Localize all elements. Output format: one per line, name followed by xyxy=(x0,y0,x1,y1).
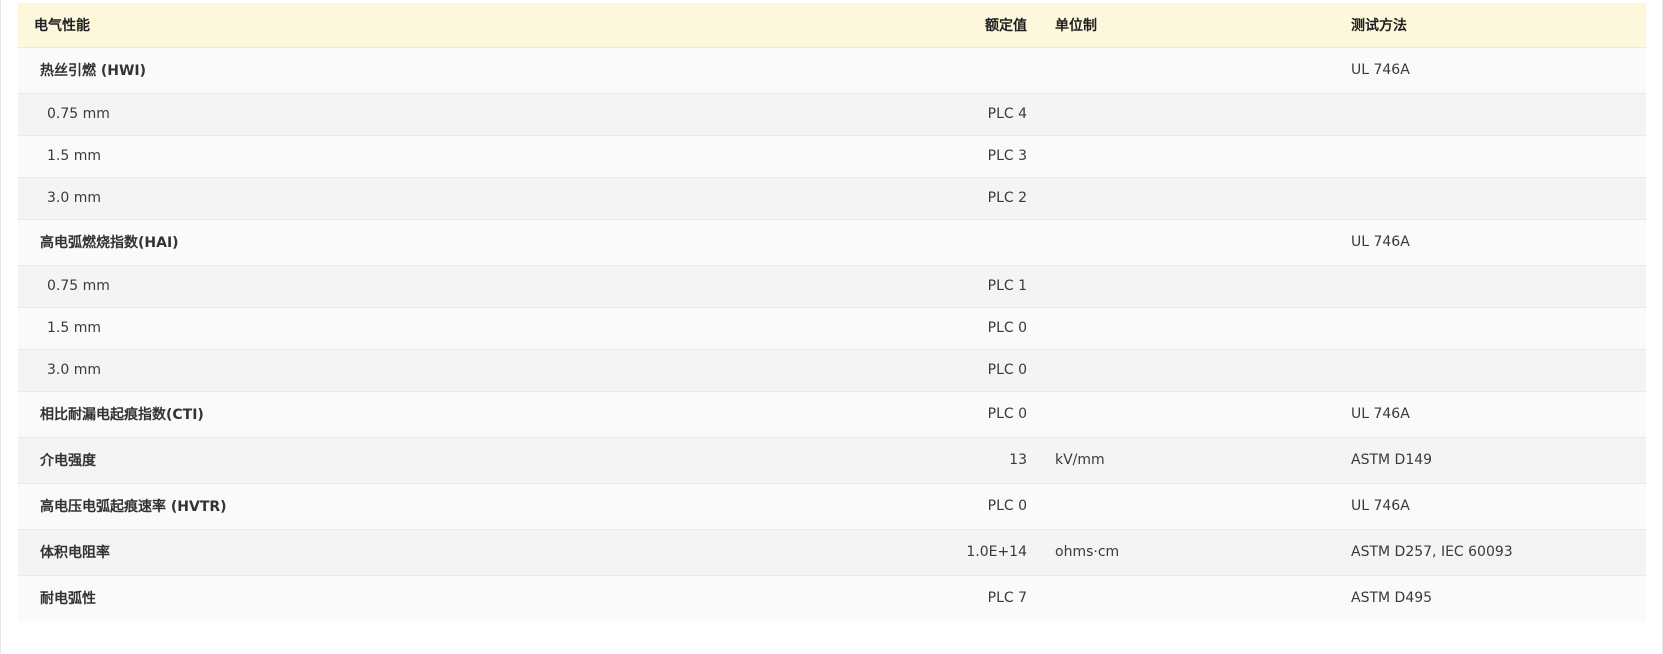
row-property: 高电弧燃烧指数(HAI) xyxy=(40,235,179,251)
row-test-method xyxy=(1351,135,1646,177)
table-row: 高电弧燃烧指数(HAI) UL 746A xyxy=(18,219,1646,265)
row-rated-value: PLC 0 xyxy=(987,362,1027,378)
row-property: 1.5 mm xyxy=(47,320,101,336)
row-test-method xyxy=(1351,349,1646,391)
row-unit xyxy=(1027,47,1351,93)
row-test-method: ASTM D149 xyxy=(1351,452,1433,468)
table-row: 1.5 mm PLC 0 xyxy=(18,307,1646,349)
row-unit xyxy=(1027,219,1351,265)
table-row: 热丝引燃 (HWI) UL 746A xyxy=(18,47,1646,93)
table-row: 耐电弧性 PLC 7 ASTM D495 xyxy=(18,575,1646,621)
row-property: 1.5 mm xyxy=(47,148,101,164)
row-test-method xyxy=(1351,93,1646,135)
row-test-method xyxy=(1351,307,1646,349)
electrical-properties-table: 电气性能 额定值 单位制 测试方法 热丝引燃 (HWI) UL 746A 0.7… xyxy=(18,3,1646,621)
table-header-row: 电气性能 额定值 单位制 测试方法 xyxy=(18,3,1646,47)
page-frame: 电气性能 额定值 单位制 测试方法 热丝引燃 (HWI) UL 746A 0.7… xyxy=(0,0,1663,654)
row-property: 体积电阻率 xyxy=(40,545,110,561)
row-rated-value: PLC 1 xyxy=(987,278,1027,294)
row-unit xyxy=(1027,265,1351,307)
row-property: 耐电弧性 xyxy=(40,591,96,608)
header-test-method: 测试方法 xyxy=(1351,17,1407,34)
row-rated-value: 13 xyxy=(1009,452,1027,468)
row-property: 3.0 mm xyxy=(47,362,101,378)
row-unit xyxy=(1027,135,1351,177)
row-rated-value: PLC 2 xyxy=(987,190,1027,206)
row-test-method: UL 746A xyxy=(1351,498,1410,514)
table-row: 体积电阻率 1.0E+14 ohms·cm ASTM D257, IEC 600… xyxy=(18,529,1646,575)
table-row: 1.5 mm PLC 3 xyxy=(18,135,1646,177)
row-rated-value: 1.0E+14 xyxy=(966,544,1027,560)
table-row: 0.75 mm PLC 4 xyxy=(18,93,1646,135)
row-test-method xyxy=(1351,177,1646,219)
row-rated-value xyxy=(959,219,1027,265)
row-rated-value xyxy=(959,47,1027,93)
row-property: 0.75 mm xyxy=(47,106,110,122)
header-unit: 单位制 xyxy=(1055,17,1097,34)
row-property: 0.75 mm xyxy=(47,278,110,294)
row-rated-value: PLC 3 xyxy=(987,148,1027,164)
row-unit xyxy=(1027,93,1351,135)
table-row: 高电压电弧起痕速率 (HVTR) PLC 0 UL 746A xyxy=(18,483,1646,529)
row-unit xyxy=(1027,307,1351,349)
table-row: 0.75 mm PLC 1 xyxy=(18,265,1646,307)
header-property: 电气性能 xyxy=(34,17,90,34)
row-unit xyxy=(1027,177,1351,219)
row-test-method: ASTM D495 xyxy=(1351,590,1433,607)
row-test-method: ASTM D257, IEC 60093 xyxy=(1351,544,1513,560)
row-property: 高电压电弧起痕速率 (HVTR) xyxy=(40,499,227,515)
row-unit: kV/mm xyxy=(1055,452,1105,468)
header-rated-value: 额定值 xyxy=(985,17,1027,34)
row-test-method: UL 746A xyxy=(1351,234,1410,250)
row-test-method xyxy=(1351,265,1646,307)
row-unit xyxy=(1027,391,1351,437)
row-property: 热丝引燃 (HWI) xyxy=(40,63,147,79)
row-test-method: UL 746A xyxy=(1351,406,1410,422)
row-unit xyxy=(1027,483,1351,529)
row-rated-value: PLC 7 xyxy=(987,590,1027,607)
table-row: 3.0 mm PLC 2 xyxy=(18,177,1646,219)
row-property: 介电强度 xyxy=(40,453,96,469)
row-property: 相比耐漏电起痕指数(CTI) xyxy=(40,407,204,423)
row-unit xyxy=(1027,349,1351,391)
table-row: 3.0 mm PLC 0 xyxy=(18,349,1646,391)
row-rated-value: PLC 0 xyxy=(987,498,1027,514)
table-row: 介电强度 13 kV/mm ASTM D149 xyxy=(18,437,1646,483)
row-test-method: UL 746A xyxy=(1351,62,1410,78)
row-rated-value: PLC 4 xyxy=(987,106,1027,122)
row-rated-value: PLC 0 xyxy=(987,406,1027,422)
row-property: 3.0 mm xyxy=(47,190,101,206)
row-unit xyxy=(1027,575,1351,621)
row-rated-value: PLC 0 xyxy=(987,320,1027,336)
table-row: 相比耐漏电起痕指数(CTI) PLC 0 UL 746A xyxy=(18,391,1646,437)
row-unit: ohms·cm xyxy=(1055,544,1120,560)
